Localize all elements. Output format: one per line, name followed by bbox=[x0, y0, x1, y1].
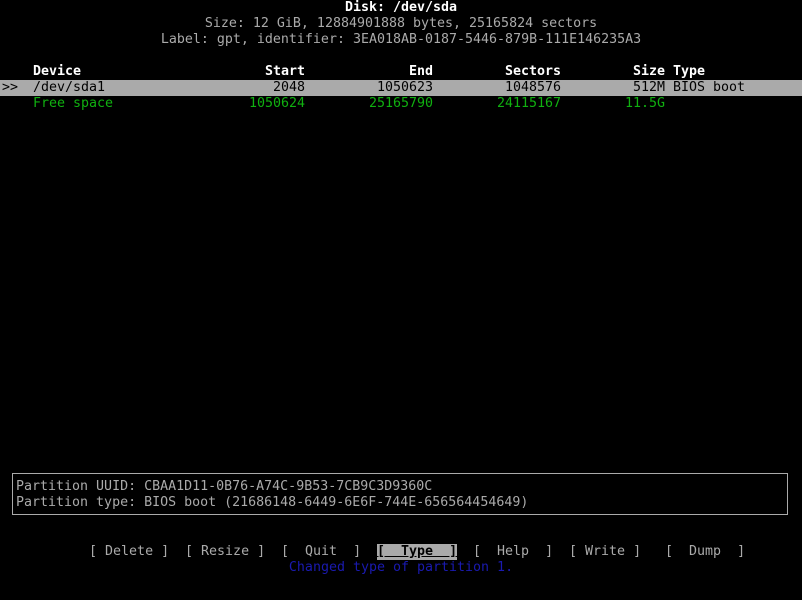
column-device: Device bbox=[33, 64, 82, 79]
bracket-open: [ bbox=[281, 544, 290, 559]
quit-label: Quit bbox=[289, 544, 354, 559]
bracket-close: ] bbox=[545, 544, 554, 559]
disk-size-line: Size: 12 GiB, 12884901888 bytes, 2516582… bbox=[204, 16, 598, 31]
bracket-open: [ bbox=[665, 544, 674, 559]
row-cursor: >> bbox=[2, 80, 19, 95]
row-type: BIOS boot bbox=[673, 80, 746, 95]
bracket-close: ] bbox=[633, 544, 642, 559]
status-message: Changed type of partition 1. bbox=[288, 560, 514, 575]
bracket-close: ] bbox=[449, 544, 458, 559]
row-start: 1050624 bbox=[248, 96, 305, 111]
column-size: Size bbox=[632, 64, 665, 79]
write-button[interactable]: [ Write ] bbox=[553, 528, 641, 559]
resize-label: Resize bbox=[193, 544, 258, 559]
disk-title: Disk: /dev/sda bbox=[344, 0, 458, 15]
column-end: End bbox=[408, 64, 433, 79]
bracket-open: [ bbox=[377, 544, 386, 559]
delete-label: Delete bbox=[97, 544, 162, 559]
row-size: 11.5G bbox=[624, 96, 665, 111]
free-space-row[interactable]: Free space 1050624 25165790 24115167 11.… bbox=[0, 96, 802, 112]
bracket-open: [ bbox=[569, 544, 578, 559]
column-sectors: Sectors bbox=[504, 64, 561, 79]
partition-type-info: Partition type: BIOS boot (21686148-6449… bbox=[16, 495, 529, 510]
row-device: /dev/sda1 bbox=[33, 80, 106, 95]
column-start: Start bbox=[264, 64, 305, 79]
help-button[interactable]: [ Help ] bbox=[457, 528, 553, 559]
bracket-open: [ bbox=[473, 544, 482, 559]
dump-button[interactable]: [ Dump ] bbox=[649, 528, 745, 559]
write-label: Write bbox=[577, 544, 634, 559]
type-label-text: Type bbox=[385, 544, 450, 559]
bracket-open: [ bbox=[89, 544, 98, 559]
row-sectors: 24115167 bbox=[496, 96, 561, 111]
type-button[interactable]: [ Type ] bbox=[361, 528, 458, 560]
partition-uuid: Partition UUID: CBAA1D11-0B76-A74C-9B53-… bbox=[16, 479, 433, 494]
row-size: 512M bbox=[632, 80, 665, 95]
row-device: Free space bbox=[33, 96, 114, 111]
bracket-open: [ bbox=[185, 544, 194, 559]
bracket-close: ] bbox=[257, 544, 266, 559]
bracket-close: ] bbox=[161, 544, 170, 559]
partition-table-header: Device Start End Sectors Size Type bbox=[0, 64, 802, 80]
bracket-close: ] bbox=[737, 544, 746, 559]
help-label: Help bbox=[481, 544, 546, 559]
partition-row-selected[interactable]: >> /dev/sda1 2048 1050623 1048576 512M B… bbox=[0, 80, 802, 96]
resize-button[interactable]: [ Resize ] bbox=[169, 528, 265, 559]
partition-info-box: Partition UUID: CBAA1D11-0B76-A74C-9B53-… bbox=[12, 473, 788, 515]
row-end: 1050623 bbox=[376, 80, 433, 95]
disk-label-line: Label: gpt, identifier: 3EA018AB-0187-54… bbox=[160, 32, 642, 47]
row-sectors: 1048576 bbox=[504, 80, 561, 95]
type-label: [ Type ] bbox=[377, 544, 458, 560]
quit-button[interactable]: [ Quit ] bbox=[265, 528, 361, 559]
bracket-close: ] bbox=[353, 544, 362, 559]
column-type: Type bbox=[673, 64, 706, 79]
row-end: 25165790 bbox=[368, 96, 433, 111]
dump-label: Dump bbox=[673, 544, 738, 559]
delete-button[interactable]: [ Delete ] bbox=[73, 528, 169, 559]
row-start: 2048 bbox=[272, 80, 305, 95]
